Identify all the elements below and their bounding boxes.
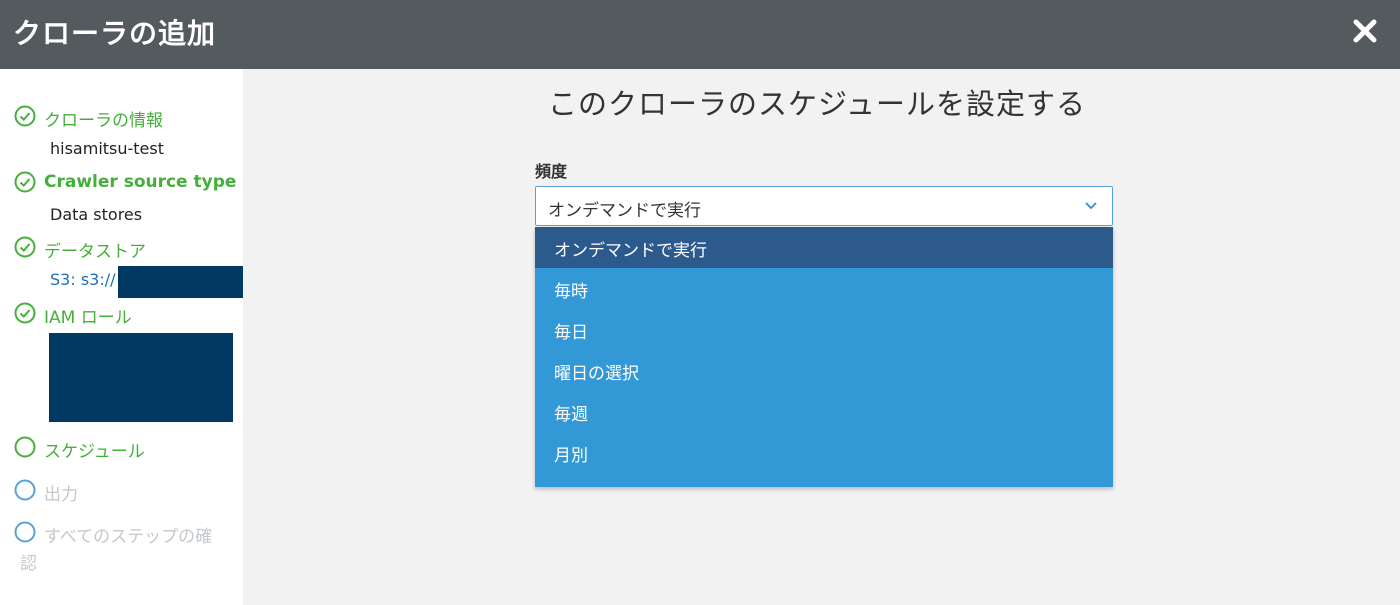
main-content: このクローラのスケジュールを設定する 頻度 オンデマンドで実行 オンデマンドで実… (243, 69, 1400, 605)
wizard-step-sidebar: クローラの情報 hisamitsu-test Crawler source ty… (0, 69, 246, 605)
frequency-dropdown-list: オンデマンドで実行 毎時 毎日 曜日の選択 毎週 月別 (535, 227, 1113, 487)
step-label: 出力 (44, 485, 78, 505)
step-label: すべてのステップの確 (44, 527, 213, 547)
step-label: IAM ロール (44, 308, 132, 328)
step-label: Crawler source type (44, 172, 237, 192)
frequency-option[interactable]: 月別 (535, 432, 1113, 473)
frequency-option[interactable]: 曜日の選択 (535, 350, 1113, 391)
dialog-title: クローラの追加 (13, 17, 217, 50)
frequency-select[interactable]: オンデマンドで実行 (535, 186, 1113, 226)
circle-icon (14, 436, 36, 458)
frequency-selected-value: オンデマンドで実行 (548, 201, 701, 221)
option-label: オンデマンドで実行 (554, 241, 707, 261)
circle-icon (14, 479, 36, 501)
frequency-option[interactable]: 毎週 (535, 391, 1113, 432)
step-label: スケジュール (44, 442, 145, 462)
frequency-label: 頻度 (535, 162, 568, 181)
option-label: 毎時 (554, 282, 588, 302)
step-label: データストア (44, 242, 146, 262)
s3-path-link[interactable]: S3: s3:// (50, 270, 116, 289)
close-button[interactable] (1346, 12, 1386, 52)
check-circle-icon (14, 105, 36, 127)
check-circle-icon (14, 302, 36, 324)
option-label: 毎週 (554, 405, 588, 425)
circle-icon (14, 521, 36, 543)
step-crawler-info-value: hisamitsu-test (50, 139, 165, 158)
check-circle-icon (14, 171, 36, 193)
redacted-s3-path (118, 266, 246, 298)
step-source-type-value: Data stores (50, 205, 143, 224)
chevron-down-icon (1085, 202, 1097, 210)
frequency-option[interactable]: 毎時 (535, 268, 1113, 309)
close-icon (1353, 19, 1377, 43)
option-label: 曜日の選択 (554, 364, 639, 384)
dialog-titlebar: クローラの追加 (0, 0, 1400, 69)
option-label: 月別 (554, 446, 588, 466)
check-circle-icon (14, 236, 36, 258)
step-label: クローラの情報 (44, 111, 163, 131)
page-title: このクローラのスケジュールを設定する (548, 87, 1086, 121)
option-label: 毎日 (554, 323, 588, 343)
frequency-option[interactable]: オンデマンドで実行 (535, 227, 1113, 268)
step-review-label-cont: 認 (20, 554, 37, 574)
redacted-iam-role (49, 333, 233, 422)
frequency-option[interactable]: 毎日 (535, 309, 1113, 350)
